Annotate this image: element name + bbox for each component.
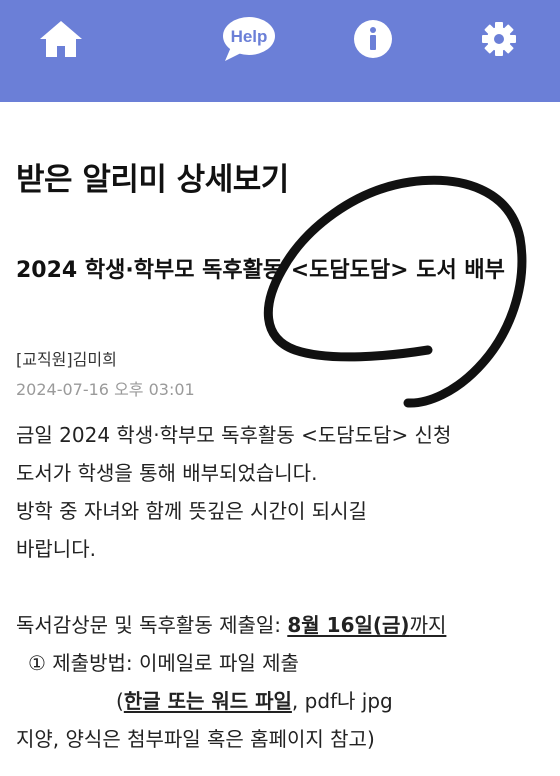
page-title: 받은 알리미 상세보기 (16, 162, 289, 198)
deadline-suffix: 까지 (409, 613, 447, 637)
help-button[interactable]: Help (221, 14, 277, 64)
post-author: [교직원]김미희 (16, 350, 117, 369)
body-line: 방학 중 자녀와 함께 뜻깊은 시간이 되시길 (16, 499, 367, 523)
body-line: 도서가 학생을 통해 배부되었습니다. (16, 461, 318, 485)
post-title: 2024 학생·학부모 독후활동 <도담도담> 도서 배부 (16, 258, 505, 283)
gear-icon (482, 22, 516, 56)
body-line: 바랍니다. (16, 537, 96, 561)
help-label: Help (231, 27, 268, 46)
home-button[interactable] (36, 14, 86, 64)
file-open-paren: ( (116, 689, 124, 713)
help-icon: Help (223, 17, 275, 61)
home-icon (40, 21, 82, 57)
info-icon (354, 20, 392, 58)
method-line: ① 제출방법: 이메일로 파일 제출 (28, 651, 299, 675)
info-button[interactable] (348, 14, 398, 64)
body-line: 금일 2024 학생·학부모 독후활동 <도담도담> 신청 (16, 423, 452, 447)
file-type-line: (한글 또는 워드 파일, pdf나 jpg (16, 682, 551, 720)
file-rest: , pdf나 jpg (291, 689, 393, 713)
post-date: 2024-07-16 오후 03:01 (16, 380, 195, 399)
settings-button[interactable] (474, 14, 524, 64)
file-types: 한글 또는 워드 파일 (123, 689, 292, 713)
post-body: 금일 2024 학생·학부모 독후활동 <도담도담> 신청 도서가 학생을 통해… (16, 416, 551, 758)
deadline-line: 독서감상문 및 독후활동 제출일: 8월 16일(금)까지 (16, 606, 551, 644)
format-note-line: 지양, 양식은 첨부파일 혹은 홈페이지 참고) (16, 727, 375, 751)
deadline-prefix: 독서감상문 및 독후활동 제출일: (16, 613, 288, 637)
deadline-date: 8월 16일(금) (287, 613, 410, 637)
top-nav-bar: Help (0, 0, 560, 102)
deadline-date-wrap: 8월 16일(금)까지 (287, 613, 446, 637)
